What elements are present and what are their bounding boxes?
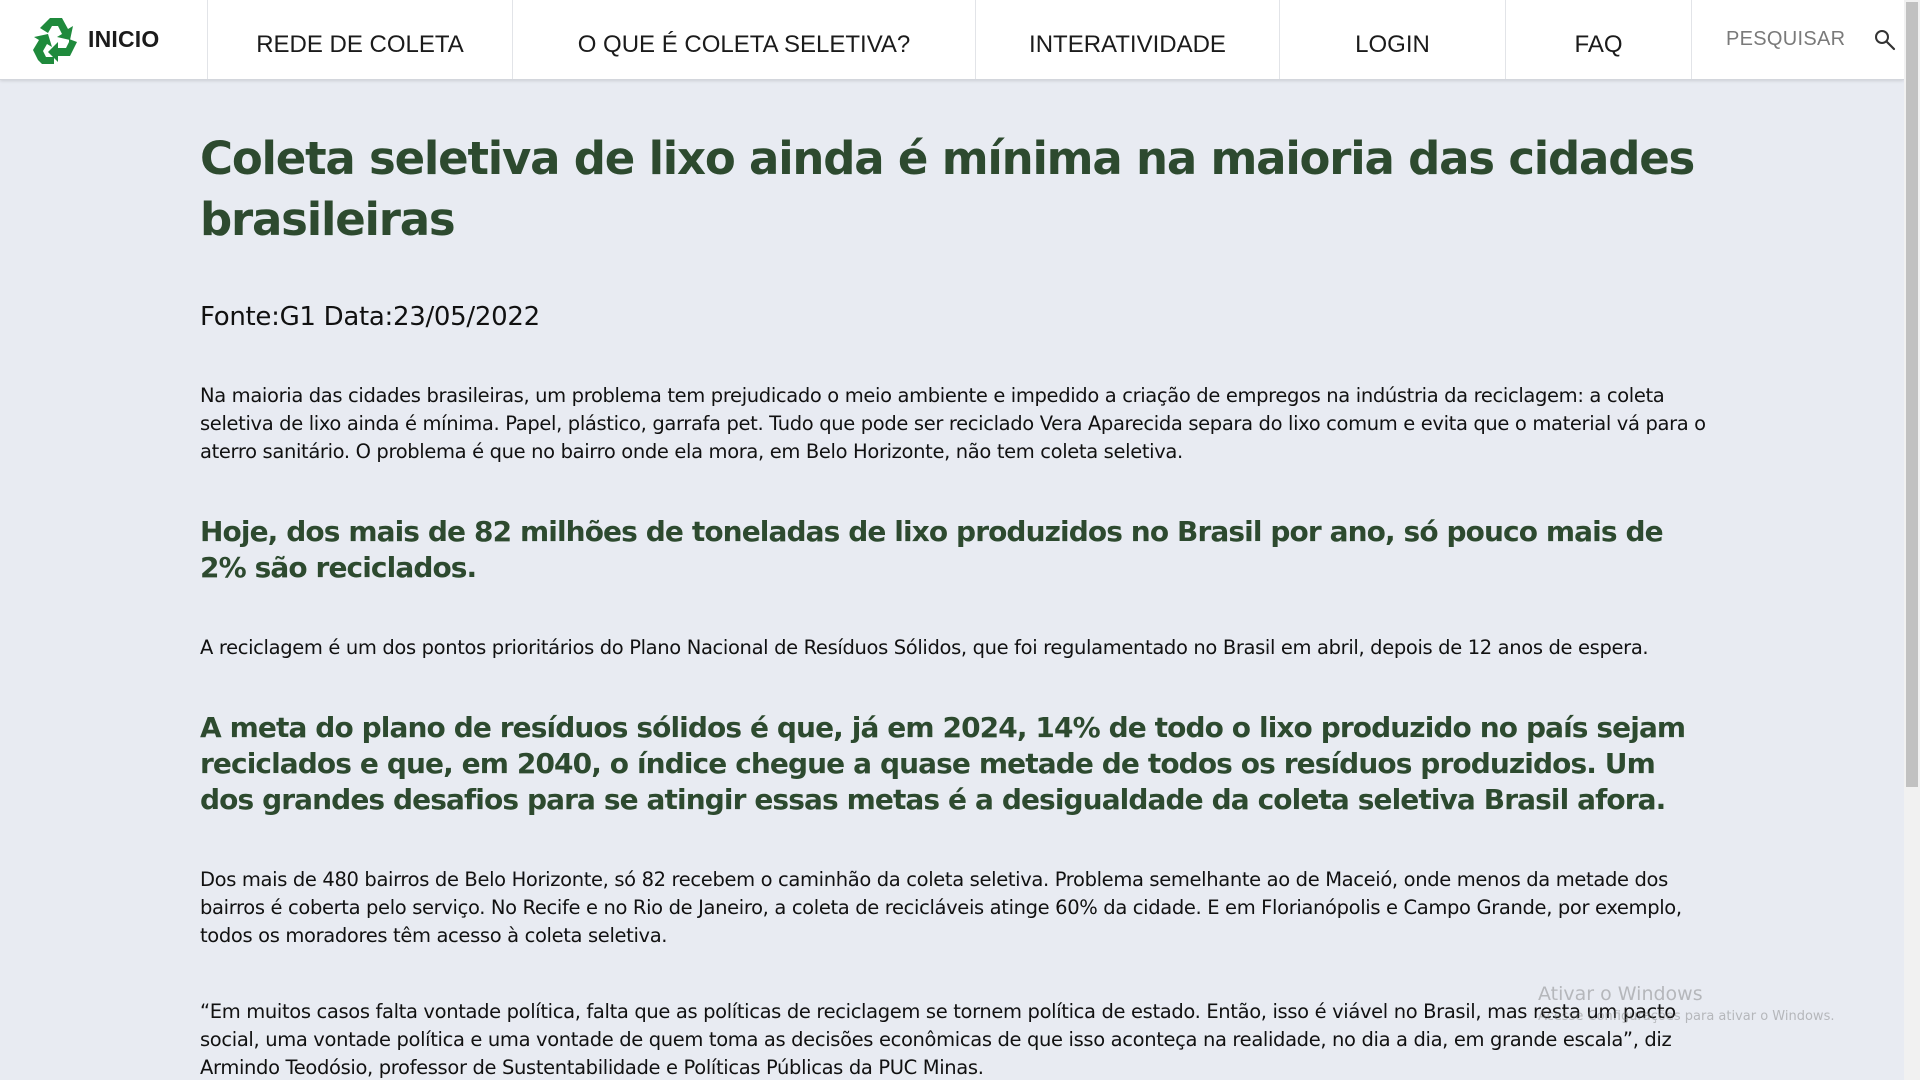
article-quote: “Em muitos casos falta vontade política,…: [200, 1000, 1676, 1079]
article-paragraph: Dos mais de 480 bairros de Belo Horizont…: [200, 868, 1682, 947]
nav-item-interatividade[interactable]: INTERATIVIDADE: [976, 0, 1280, 79]
nav-item-rede-de-coleta[interactable]: REDE DE COLETA: [208, 0, 513, 79]
watermark-subtitle: Acesse Configurações para ativar o Windo…: [1538, 1009, 1835, 1024]
nav-item-login[interactable]: LOGIN: [1280, 0, 1506, 79]
brand-label: INICIO: [88, 26, 160, 52]
watermark-title: Ativar o Windows: [1538, 983, 1703, 1005]
article-title: Coleta seletiva de lixo ainda é mínima n…: [200, 132, 1695, 246]
nav-item-faq[interactable]: FAQ: [1506, 0, 1692, 79]
article-paragraph: Na maioria das cidades brasileiras, um p…: [200, 384, 1706, 463]
recycle-icon: [33, 17, 77, 64]
article-source: Fonte:G1 Data:23/05/2022: [200, 302, 540, 332]
article-highlight: Hoje, dos mais de 82 milhões de tonelada…: [200, 515, 1664, 584]
nav-item-o-que-e-coleta-seletiva[interactable]: O QUE É COLETA SELETIVA?: [513, 0, 976, 79]
article-paragraph: A reciclagem é um dos pontos prioritário…: [200, 636, 1649, 659]
vertical-scrollbar[interactable]: [1904, 0, 1920, 1080]
top-navbar: INICIO REDE DE COLETA O QUE É COLETA SEL…: [0, 0, 1904, 80]
search-icon[interactable]: [1873, 28, 1897, 52]
home-link[interactable]: INICIO: [0, 0, 208, 79]
article: Coleta seletiva de lixo ainda é mínima n…: [200, 128, 1710, 1080]
scrollbar-thumb[interactable]: [1906, 2, 1918, 787]
search-box[interactable]: PESQUISAR: [1692, 0, 1904, 79]
windows-activation-watermark: Ativar o Windows Acesse Configurações pa…: [1538, 983, 1834, 1024]
search-placeholder[interactable]: PESQUISAR: [1726, 28, 1845, 51]
article-highlight: A meta do plano de resíduos sólidos é qu…: [200, 711, 1686, 816]
